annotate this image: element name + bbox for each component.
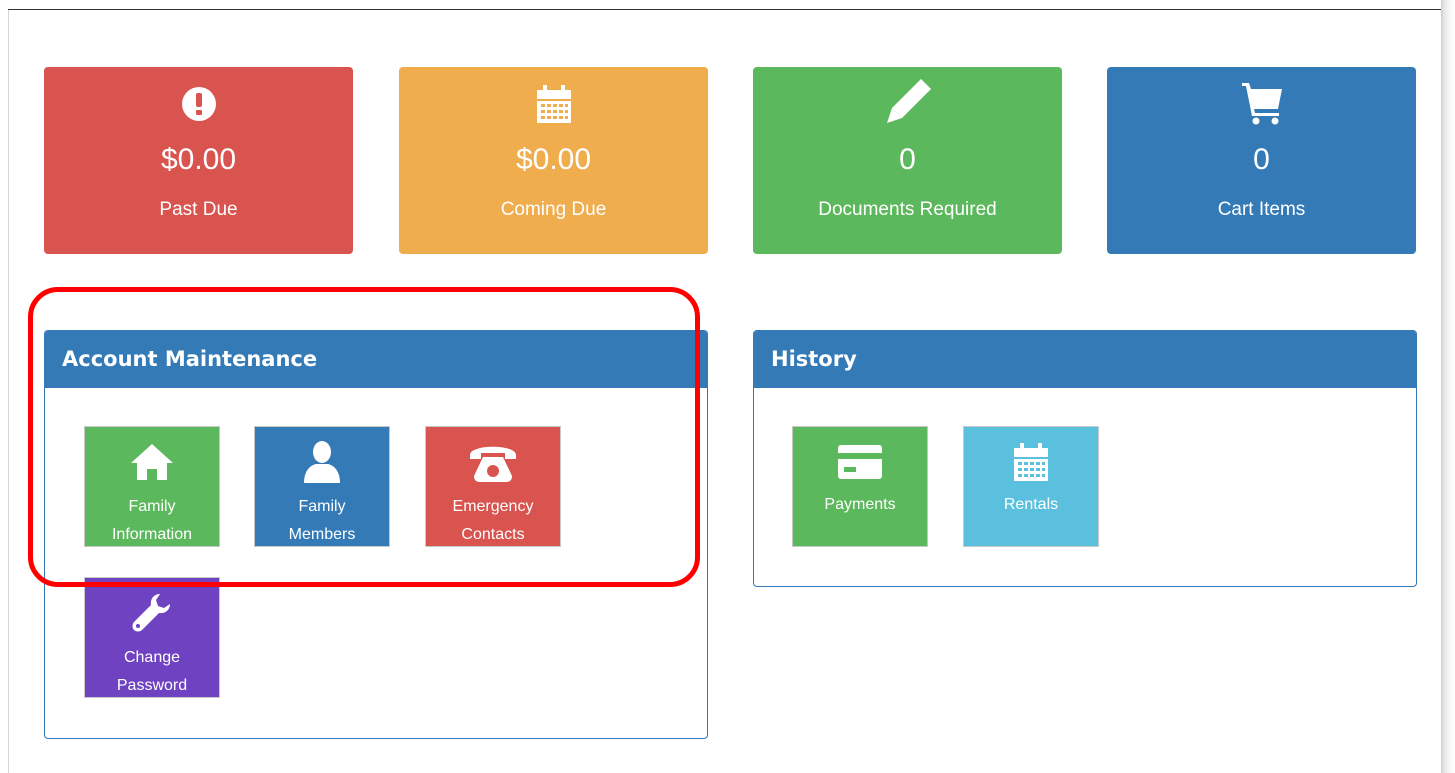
past-due-amount: $0.00	[160, 143, 237, 176]
home-icon	[85, 439, 219, 485]
documents-required-label: Documents Required	[818, 199, 997, 220]
account-maintenance-panel: Account Maintenance Family Information F…	[44, 330, 708, 739]
documents-required-count: 0	[899, 143, 916, 176]
change-password-button[interactable]: Change Password	[84, 577, 220, 698]
page-frame-shadow	[1441, 0, 1455, 773]
page-frame-left	[8, 9, 9, 773]
cart-icon	[1107, 81, 1416, 125]
family-members-button[interactable]: Family Members	[254, 426, 390, 547]
cart-items-label: Cart Items	[1217, 199, 1306, 220]
payments-button[interactable]: Payments	[792, 426, 928, 547]
family-information-button[interactable]: Family Information	[84, 426, 220, 547]
account-maintenance-title: Account Maintenance	[45, 331, 707, 388]
wrench-icon	[85, 590, 219, 636]
phone-icon	[426, 439, 560, 485]
cart-items-tile[interactable]: 0 Cart Items	[1107, 67, 1416, 254]
family-information-label: Family Information	[111, 498, 193, 543]
payments-label: Payments	[824, 496, 896, 513]
family-members-label: Family Members	[288, 498, 356, 543]
history-title: History	[754, 331, 1416, 388]
coming-due-label: Coming Due	[500, 199, 607, 220]
exclamation-circle-icon	[44, 83, 353, 125]
emergency-contacts-button[interactable]: Emergency Contacts	[425, 426, 561, 547]
documents-required-tile[interactable]: 0 Documents Required	[753, 67, 1062, 254]
calendar-icon	[964, 439, 1098, 485]
calendar-icon	[399, 83, 708, 125]
rentals-button[interactable]: Rentals	[963, 426, 1099, 547]
page-frame-top	[8, 9, 1442, 10]
cart-items-count: 0	[1253, 143, 1270, 176]
coming-due-tile[interactable]: $0.00 Coming Due	[399, 67, 708, 254]
rentals-label: Rentals	[1003, 496, 1059, 513]
past-due-label: Past Due	[159, 199, 238, 220]
pencil-icon	[753, 79, 1062, 123]
history-panel: History Payments Rentals	[753, 330, 1417, 587]
past-due-tile[interactable]: $0.00 Past Due	[44, 67, 353, 254]
change-password-label: Change Password	[116, 649, 188, 694]
coming-due-amount: $0.00	[515, 143, 592, 176]
user-icon	[255, 439, 389, 485]
emergency-contacts-label: Emergency Contacts	[452, 498, 534, 543]
credit-card-icon	[793, 439, 927, 485]
